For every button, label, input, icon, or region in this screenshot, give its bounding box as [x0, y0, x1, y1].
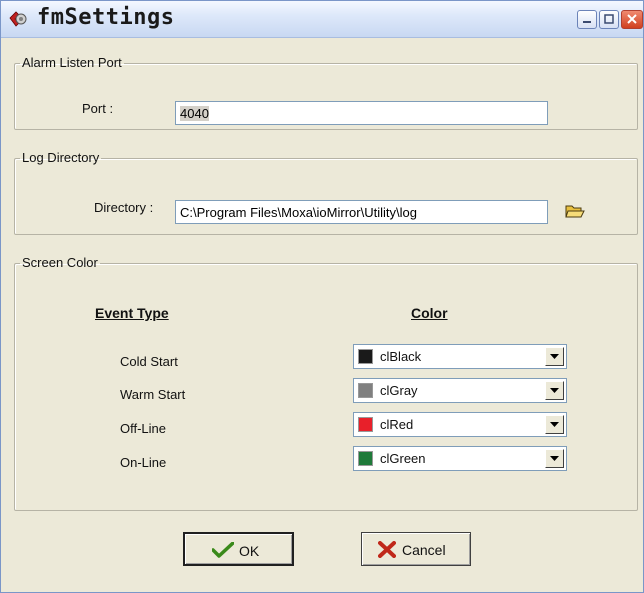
window-title: fmSettings [37, 5, 175, 30]
log-directory-group: Log Directory Directory : C:\Program Fil… [14, 151, 638, 235]
dropdown-arrow-icon[interactable] [545, 347, 564, 366]
color-header: Color [411, 305, 448, 321]
folder-open-icon[interactable] [565, 203, 585, 224]
settings-window: fmSettings Alarm Listen Port Port : 4040… [0, 0, 644, 593]
color-select-off-line[interactable]: clRed [353, 412, 567, 437]
dropdown-arrow-icon[interactable] [545, 415, 564, 434]
color-select-cold-start[interactable]: clBlack [353, 344, 567, 369]
color-select-on-line[interactable]: clGreen [353, 446, 567, 471]
dropdown-arrow-icon[interactable] [545, 381, 564, 400]
dropdown-arrow-icon[interactable] [545, 449, 564, 468]
port-input[interactable]: 4040 [175, 101, 548, 125]
directory-value: C:\Program Files\Moxa\ioMirror\Utility\l… [180, 205, 417, 220]
screen-color-group: Screen Color Event Type Color Cold Start… [14, 256, 638, 511]
event-label-off-line: Off-Line [120, 421, 167, 436]
event-label-warm-start: Warm Start [120, 387, 186, 402]
color-swatch [358, 451, 373, 466]
port-value: 4040 [180, 106, 209, 121]
color-select-warm-start[interactable]: clGray [353, 378, 567, 403]
close-button[interactable] [621, 10, 643, 29]
color-swatch [358, 383, 373, 398]
cancel-button[interactable]: Cancel [361, 532, 471, 566]
alarm-listen-port-group: Alarm Listen Port Port : 4040 [14, 56, 638, 130]
event-type-header: Event Type [95, 305, 169, 321]
ok-button[interactable]: OK [183, 532, 294, 566]
app-icon [7, 8, 29, 30]
color-select-value: clRed [380, 417, 414, 432]
title-bar[interactable]: fmSettings [1, 1, 643, 38]
directory-input[interactable]: C:\Program Files\Moxa\ioMirror\Utility\l… [175, 200, 548, 224]
x-icon [378, 541, 396, 561]
color-select-value: clGray [380, 383, 418, 398]
directory-label: Directory : [94, 200, 154, 215]
maximize-button[interactable] [599, 10, 619, 29]
color-group-legend: Screen Color [22, 255, 98, 270]
minimize-button[interactable] [577, 10, 597, 29]
check-icon [211, 541, 235, 561]
cancel-label: Cancel [402, 542, 446, 558]
log-group-legend: Log Directory [22, 150, 100, 165]
color-swatch [358, 417, 373, 432]
color-swatch [358, 349, 373, 364]
alarm-group-legend: Alarm Listen Port [22, 55, 122, 70]
event-label-on-line: On-Line [120, 455, 167, 470]
port-label: Port : [82, 101, 114, 116]
ok-label: OK [239, 543, 260, 559]
color-select-value: clBlack [380, 349, 422, 364]
event-label-cold-start: Cold Start [120, 354, 178, 369]
color-select-value: clGreen [380, 451, 426, 466]
